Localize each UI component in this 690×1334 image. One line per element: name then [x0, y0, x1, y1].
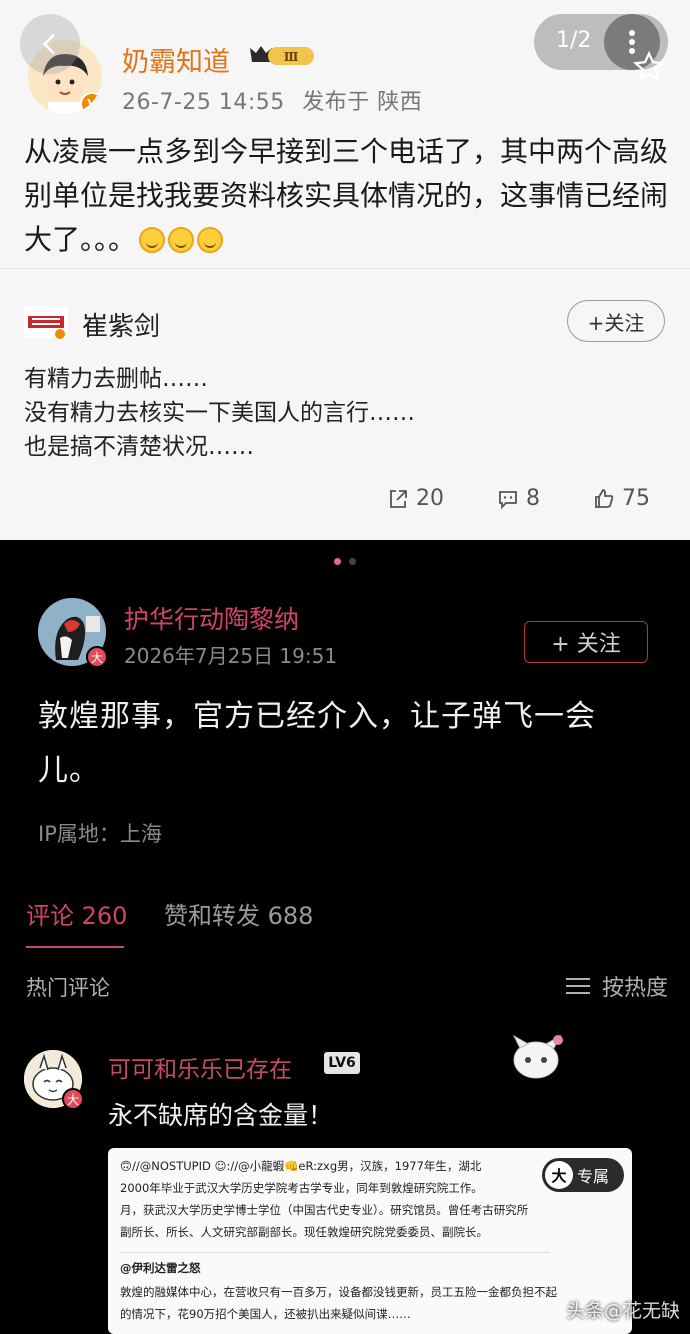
verified-badge: V	[80, 92, 102, 114]
commenter-badge: 大	[62, 1088, 84, 1110]
sort-button[interactable]: 按热度	[566, 970, 668, 1002]
pager-label: 1/2	[556, 28, 592, 53]
post-body-text: 从凌晨一点多到今早接到三个电话了，其中两个高级别单位是找我要资料核实具体情况的，…	[24, 135, 669, 256]
embed-text-line: 月，获武汉大学历史学博士学位（中国古代史专业）。研究馆员。曾任考古研究所	[120, 1203, 529, 1217]
post-meta: 26-7-25 14:55 发布于 陕西	[122, 84, 422, 116]
thumbs-up-icon	[595, 488, 614, 508]
back-button[interactable]	[20, 14, 80, 74]
embed-text-line: 副所长、所长、人文研究部副部长。现任敦煌研究院党委委员、副院长。	[120, 1225, 488, 1239]
comment-icon	[499, 490, 517, 509]
page-indicator	[0, 558, 690, 565]
avatar-badge: 大	[86, 646, 108, 668]
author-name[interactable]: 奶霸知道	[122, 40, 230, 79]
tab-active-indicator	[26, 946, 124, 948]
reply-text: 有精力去删帖…… 没有精力去核实一下美国人的言行…… 也是搞不清楚状况……	[24, 362, 415, 464]
tab-comments[interactable]: 评论 260	[26, 896, 127, 931]
divider	[0, 268, 690, 269]
like-count: 75	[622, 486, 650, 511]
grin-emoji-icon	[168, 227, 195, 253]
grin-emoji-icon	[139, 227, 166, 253]
post-body: 从凌晨一点多到今早接到三个电话了，其中两个高级别单位是找我要资料核实具体情况的，…	[24, 130, 669, 262]
embed-text-line: 2000年毕业于武汉大学历史学院考古学专业，同年到敦煌研究院工作。	[120, 1181, 483, 1195]
sticker-icon	[512, 1034, 563, 1079]
level-badge: LV6	[324, 1052, 360, 1074]
page-dot	[334, 558, 341, 565]
star-icon[interactable]	[632, 50, 666, 84]
page-dot	[349, 558, 356, 565]
embed-text-line: 敦煌的融媒体中心，在营收只有一百多万，设备都没钱更新，员工五险一金都负担不起	[120, 1285, 557, 1299]
post-timestamp-dark: 2026年7月25日 19:51	[124, 644, 338, 668]
ip-location: IP属地：上海	[38, 822, 162, 846]
like-button[interactable]: 75	[592, 486, 650, 511]
share-icon	[390, 489, 407, 508]
reply-line: 没有精力去核实一下美国人的言行……	[24, 400, 415, 426]
reply-line: 也是搞不清楚状况……	[24, 434, 254, 460]
svg-text:Ⅲ: Ⅲ	[284, 50, 299, 64]
reply-author-name[interactable]: 崔紫剑	[82, 306, 160, 343]
comment-text: 永不缺席的含金量！	[108, 1101, 334, 1130]
comment-button[interactable]: 8	[496, 486, 540, 511]
embed-text-line: 的情况下，花90万招个美国人，还被扒出来疑似间谍……	[120, 1307, 411, 1321]
hot-comments-label: 热门评论	[26, 976, 110, 1000]
exclusive-badge-char: 大	[545, 1161, 573, 1189]
exclusive-badge-text: 专属	[577, 1167, 610, 1186]
follow-button[interactable]: +关注	[567, 300, 665, 342]
sort-label: 按热度	[602, 976, 669, 1001]
post-timestamp: 26-7-25 14:55	[122, 90, 285, 115]
embed-text-line: 🙃//@NOSTUPID ☺://@小龍蝦👊eR:zxg男，汉族，1977年生，…	[120, 1159, 482, 1173]
sort-lines-icon	[566, 978, 590, 994]
grin-emoji-icon	[197, 227, 224, 253]
dark-post-body: 敦煌那事，官方已经介入，让子弹飞一会儿。	[38, 699, 596, 788]
tab-likes-reposts[interactable]: 赞和转发 688	[164, 896, 313, 931]
embedded-image[interactable]: 🙃//@NOSTUPID ☺://@小龍蝦👊eR:zxg男，汉族，1977年生，…	[108, 1148, 632, 1334]
top-post-screenshot: V 奶霸知道 Ⅲ 26-7-25 14:55 发布于 陕西 1/2 从凌晨一点多…	[0, 0, 690, 540]
comment-count: 8	[526, 486, 540, 511]
embed-mention: @伊利达雷之怒	[120, 1261, 201, 1275]
commenter-name[interactable]: 可可和乐乐已存在	[108, 1050, 292, 1084]
share-count: 20	[416, 486, 444, 511]
author-name-dark[interactable]: 护华行动陶黎纳	[124, 600, 299, 636]
embed-divider	[120, 1252, 550, 1253]
post-location: 发布于 陕西	[302, 90, 423, 115]
chevron-left-icon	[42, 34, 55, 54]
follow-button-dark[interactable]: + 关注	[524, 621, 648, 663]
exclusive-badge: 大 专属	[542, 1158, 624, 1192]
reply-line: 有精力去删帖……	[24, 366, 208, 392]
reply-author-avatar[interactable]	[22, 302, 70, 342]
share-button[interactable]: 20	[386, 486, 444, 511]
watermark: 头条@花无缺	[566, 1300, 681, 1322]
level-badge-icon: Ⅲ	[250, 46, 314, 65]
